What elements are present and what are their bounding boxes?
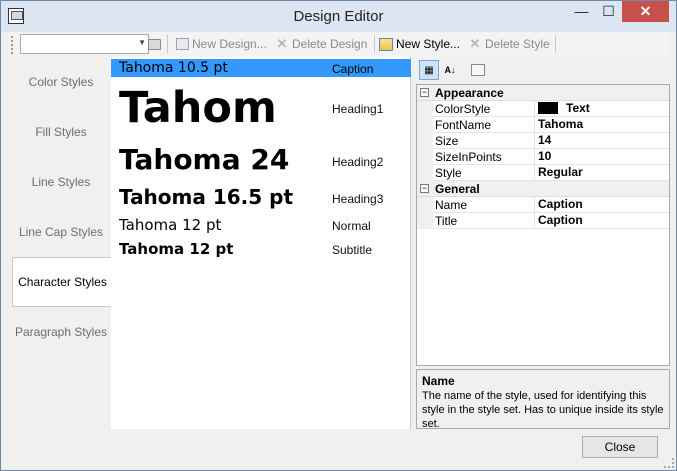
style-category-tabs: Color Styles Fill Styles Line Styles Lin… <box>11 57 112 431</box>
property-name: FontName <box>435 118 492 132</box>
property-name: Style <box>435 166 462 180</box>
property-grid: ▦ A↓ − Appearance ColorStyle Text FontNa… <box>416 57 670 430</box>
list-item[interactable]: Tahoma 24 Heading2 <box>111 141 411 179</box>
category-appearance[interactable]: − Appearance <box>417 85 669 101</box>
list-item[interactable]: Tahoma 12 pt Subtitle <box>111 239 411 261</box>
category-label: General <box>435 182 480 196</box>
resize-grip[interactable] <box>664 458 674 468</box>
list-item[interactable]: Tahoma 12 pt Normal <box>111 215 411 237</box>
style-sample: Tahoma 12 pt <box>119 216 222 234</box>
alphabetical-view-button[interactable]: A↓ <box>440 60 460 80</box>
list-item[interactable]: Tahoma 16.5 pt Heading3 <box>111 181 411 213</box>
description-title: Name <box>422 374 455 388</box>
property-name: Name <box>435 198 468 212</box>
delete-design-label: Delete Design <box>292 37 368 51</box>
style-sample: Tahoma 12 pt <box>119 240 234 258</box>
tab-color-styles[interactable]: Color Styles <box>11 57 111 107</box>
toolbar-separator <box>555 35 556 53</box>
property-row-size[interactable]: Size 14 <box>417 133 669 149</box>
property-pages-icon <box>471 64 485 76</box>
new-design-icon <box>175 37 189 51</box>
design-select[interactable]: ▼ <box>20 34 149 54</box>
style-kind: Heading1 <box>332 102 384 116</box>
delete-icon: ✕ <box>276 36 288 51</box>
new-style-button[interactable]: New Style... <box>379 35 460 53</box>
tab-fill-styles[interactable]: Fill Styles <box>11 107 111 157</box>
style-sample: Tahoma 16.5 pt <box>119 185 294 209</box>
chevron-down-icon: ▼ <box>138 38 146 47</box>
property-value[interactable]: 10 <box>538 149 551 163</box>
property-name: Size <box>435 134 459 148</box>
style-sample: Tahoma 10.5 pt <box>119 60 228 76</box>
style-sample: Tahom <box>119 83 277 133</box>
style-kind: Caption <box>332 62 374 76</box>
style-kind: Heading2 <box>332 155 384 169</box>
property-row-fontname[interactable]: FontName Tahoma <box>417 117 669 133</box>
property-grid-toolbar: ▦ A↓ <box>416 57 670 83</box>
property-row-sizeinpoints[interactable]: SizeInPoints 10 <box>417 149 669 165</box>
toolbar-grip[interactable] <box>11 36 14 54</box>
close-button[interactable]: Close <box>582 436 658 458</box>
property-name: Title <box>435 214 458 228</box>
style-kind: Heading3 <box>332 192 384 206</box>
list-item[interactable]: Tahom Heading1 <box>111 79 411 139</box>
tab-line-cap-styles[interactable]: Line Cap Styles <box>11 207 111 257</box>
category-label: Appearance <box>435 86 504 100</box>
property-pages-button[interactable] <box>468 60 488 80</box>
new-design-button[interactable]: New Design... <box>175 35 267 53</box>
property-value[interactable]: 14 <box>538 133 551 147</box>
toolbar-separator <box>167 35 168 53</box>
property-grid-table: − Appearance ColorStyle Text FontName Ta… <box>416 84 670 366</box>
character-styles-list: Tahoma 10.5 pt Caption Tahom Heading1 Ta… <box>111 57 411 429</box>
title-bar: Design Editor — ☐ ✕ <box>1 1 676 32</box>
category-general[interactable]: − General <box>417 181 669 197</box>
style-kind: Subtitle <box>332 243 373 257</box>
description-text: The name of the style, used for identify… <box>422 390 664 430</box>
sort-alphabetical-icon: A↓ <box>444 65 456 75</box>
delete-icon: ✕ <box>469 36 481 51</box>
property-value[interactable]: Regular <box>538 165 583 179</box>
design-editor-window: Design Editor — ☐ ✕ ▼ New Design... ✕ De… <box>0 0 677 471</box>
collapse-icon[interactable]: − <box>420 184 429 193</box>
maximize-button[interactable]: ☐ <box>595 1 622 22</box>
property-name: SizeInPoints <box>435 150 502 164</box>
delete-style-button[interactable]: ✕ Delete Style <box>468 35 550 53</box>
property-description-panel: Name The name of the style, used for ide… <box>416 369 670 430</box>
property-row-title[interactable]: Title Caption <box>417 213 669 229</box>
property-value-text: Text <box>566 101 590 115</box>
tab-line-styles[interactable]: Line Styles <box>11 157 111 207</box>
open-design-button[interactable] <box>147 35 161 53</box>
style-kind: Normal <box>332 219 371 233</box>
open-folder-icon <box>147 37 161 51</box>
property-value[interactable]: Caption <box>538 213 583 227</box>
style-sample: Tahoma 24 <box>119 143 290 176</box>
property-row-colorstyle[interactable]: ColorStyle Text <box>417 101 669 117</box>
toolbar: ▼ New Design... ✕ Delete Design New Styl… <box>9 32 670 57</box>
toolbar-separator <box>374 35 375 53</box>
new-style-label: New Style... <box>396 37 461 51</box>
new-design-label: New Design... <box>192 37 267 51</box>
delete-style-label: Delete Style <box>485 37 550 51</box>
minimize-button[interactable]: — <box>568 1 595 22</box>
property-row-style[interactable]: Style Regular <box>417 165 669 181</box>
property-value[interactable]: Caption <box>538 197 583 211</box>
list-item[interactable]: Tahoma 10.5 pt Caption <box>111 59 411 77</box>
property-row-name[interactable]: Name Caption <box>417 197 669 213</box>
categorized-icon: ▦ <box>424 64 434 76</box>
color-swatch <box>538 102 558 114</box>
delete-design-button[interactable]: ✕ Delete Design <box>275 35 368 53</box>
new-style-icon <box>379 37 393 51</box>
close-window-button[interactable]: ✕ <box>622 1 669 22</box>
tab-character-styles[interactable]: Character Styles <box>12 257 112 307</box>
property-value[interactable]: Text <box>538 101 590 115</box>
categorized-view-button[interactable]: ▦ <box>419 60 439 80</box>
property-value[interactable]: Tahoma <box>538 117 583 131</box>
collapse-icon[interactable]: − <box>420 88 429 97</box>
property-name: ColorStyle <box>435 102 491 116</box>
tab-paragraph-styles[interactable]: Paragraph Styles <box>11 307 111 357</box>
